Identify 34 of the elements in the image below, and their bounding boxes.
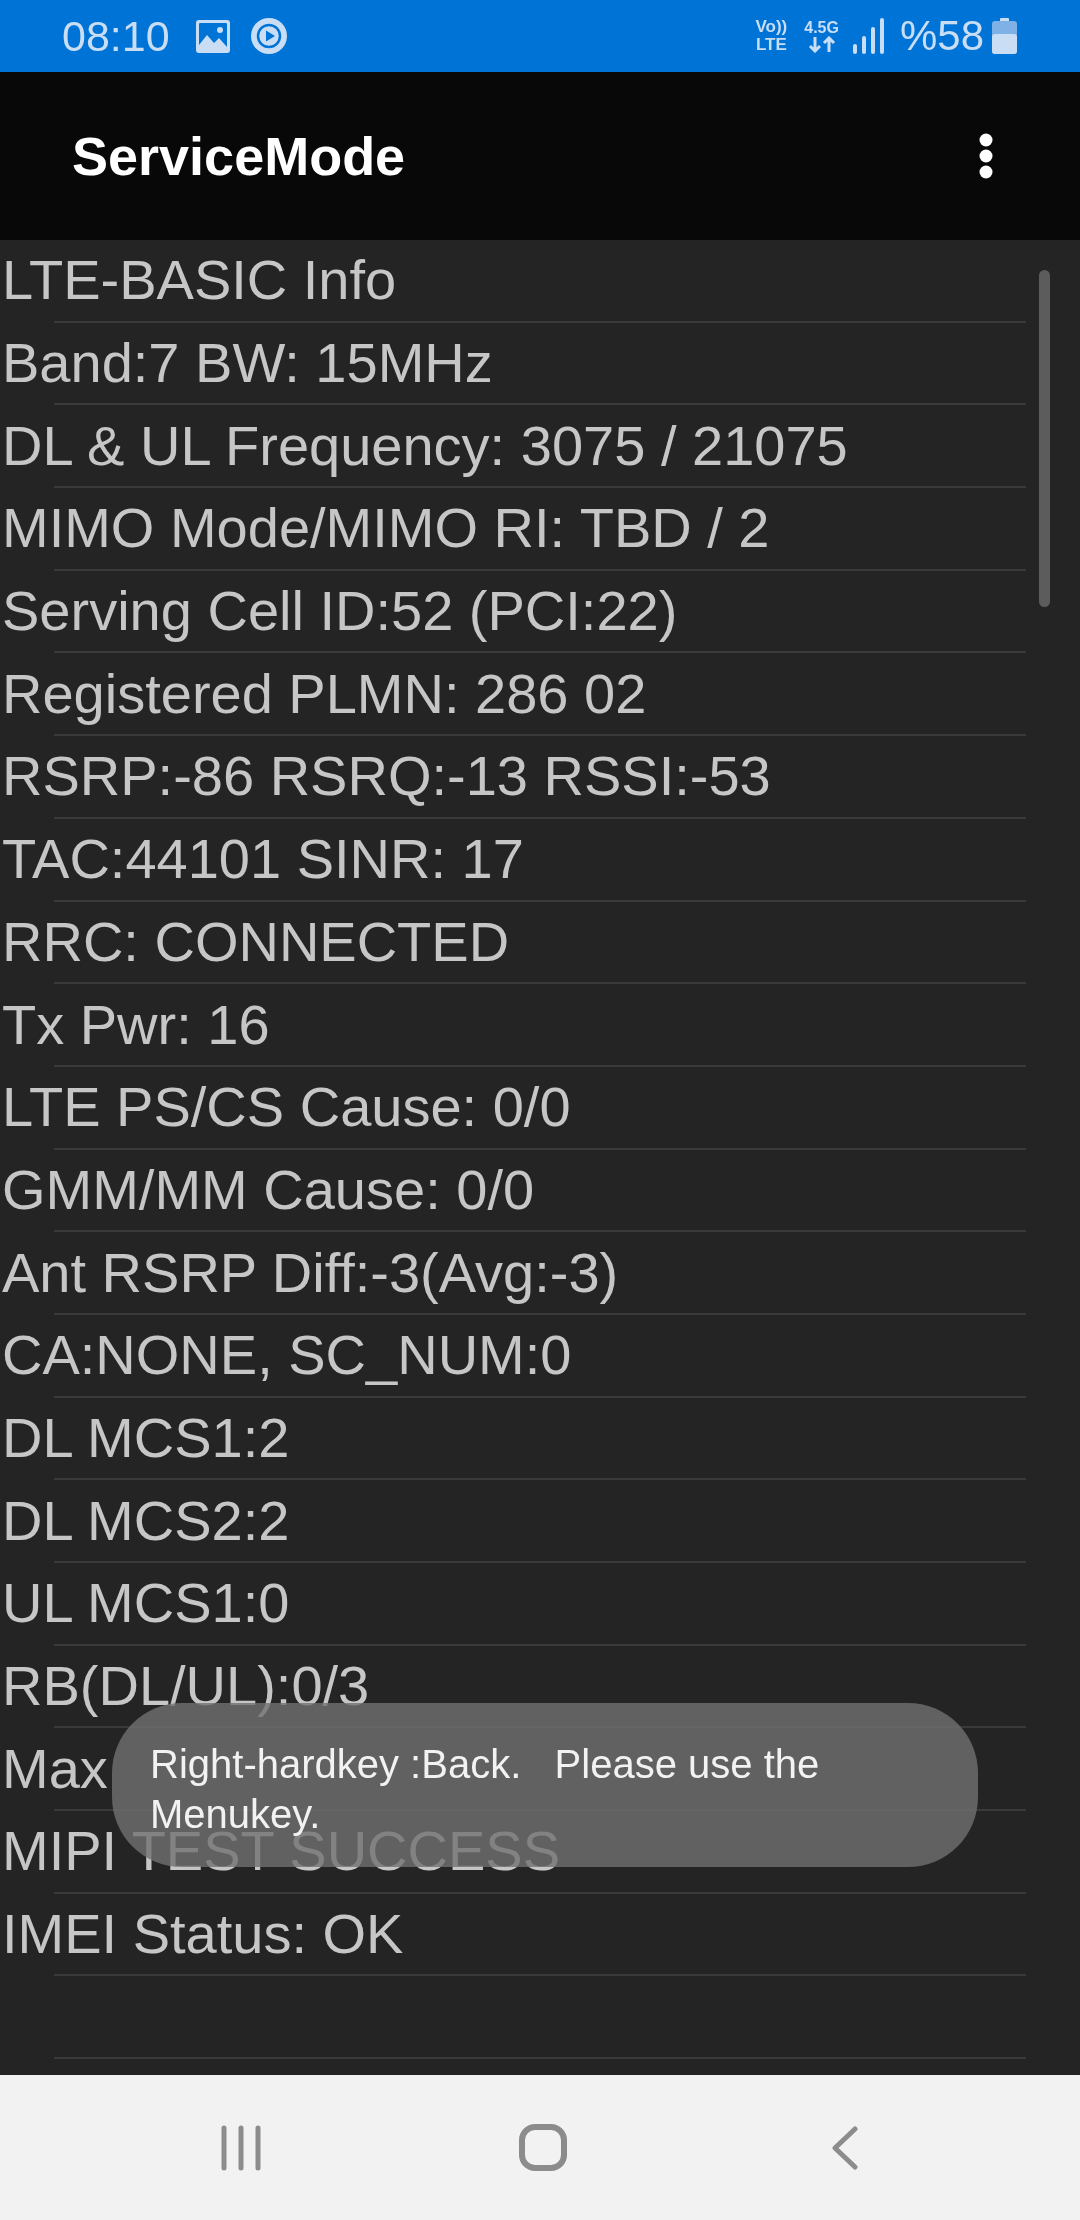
info-line: GMM/MM Cause: 0/0 xyxy=(2,1156,535,1223)
info-line: Band:7 BW: 15MHz xyxy=(2,330,493,397)
info-line: MIMO Mode/MIMO RI: TBD / 2 xyxy=(2,495,770,562)
info-line: DL MCS1:2 xyxy=(2,1404,290,1471)
info-line: Max xyxy=(2,1735,108,1802)
info-line: RB(DL/UL):0/3 xyxy=(2,1653,370,1720)
home-icon[interactable] xyxy=(519,2124,567,2171)
battery-icon xyxy=(992,18,1017,54)
image-icon xyxy=(195,19,230,53)
info-line: RSRP:-86 RSRQ:-13 RSSI:-53 xyxy=(2,743,771,810)
info-line: UL MCS1:0 xyxy=(2,1570,290,1637)
app-title: ServiceMode xyxy=(72,125,406,188)
info-line: Ant RSRP Diff:-3(Avg:-3) xyxy=(2,1239,619,1306)
info-line: IMEI Status: OK xyxy=(2,1901,404,1968)
recents-icon[interactable] xyxy=(220,2124,262,2171)
info-line: RRC: CONNECTED xyxy=(2,908,510,975)
back-icon[interactable] xyxy=(831,2125,858,2170)
data-arrows-icon xyxy=(806,36,837,53)
battery-percentage: %58 xyxy=(899,11,984,61)
info-line: LTE-BASIC Info xyxy=(2,247,397,314)
status-time: 08:10 xyxy=(62,11,170,61)
network-type-label: 4.5G xyxy=(804,19,839,36)
info-line: DL & UL Frequency: 3075 / 21075 xyxy=(2,412,848,479)
info-line: LTE PS/CS Cause: 0/0 xyxy=(2,1074,571,1141)
volte-indicator: Vo)) LTE xyxy=(755,18,788,54)
info-line: TAC:44101 SINR: 17 xyxy=(2,826,524,893)
info-line: DL MCS2:2 xyxy=(2,1487,290,1554)
signal-bars-icon xyxy=(852,18,884,54)
info-line: Serving Cell ID:52 (PCI:22) xyxy=(2,578,678,645)
info-line: Registered PLMN: 286 02 xyxy=(2,660,647,727)
info-line: CA:NONE, SC_NUM:0 xyxy=(2,1322,572,1389)
more-options-icon[interactable] xyxy=(979,133,993,179)
play-circle-icon xyxy=(250,18,287,54)
info-line: Tx Pwr: 16 xyxy=(2,991,270,1058)
